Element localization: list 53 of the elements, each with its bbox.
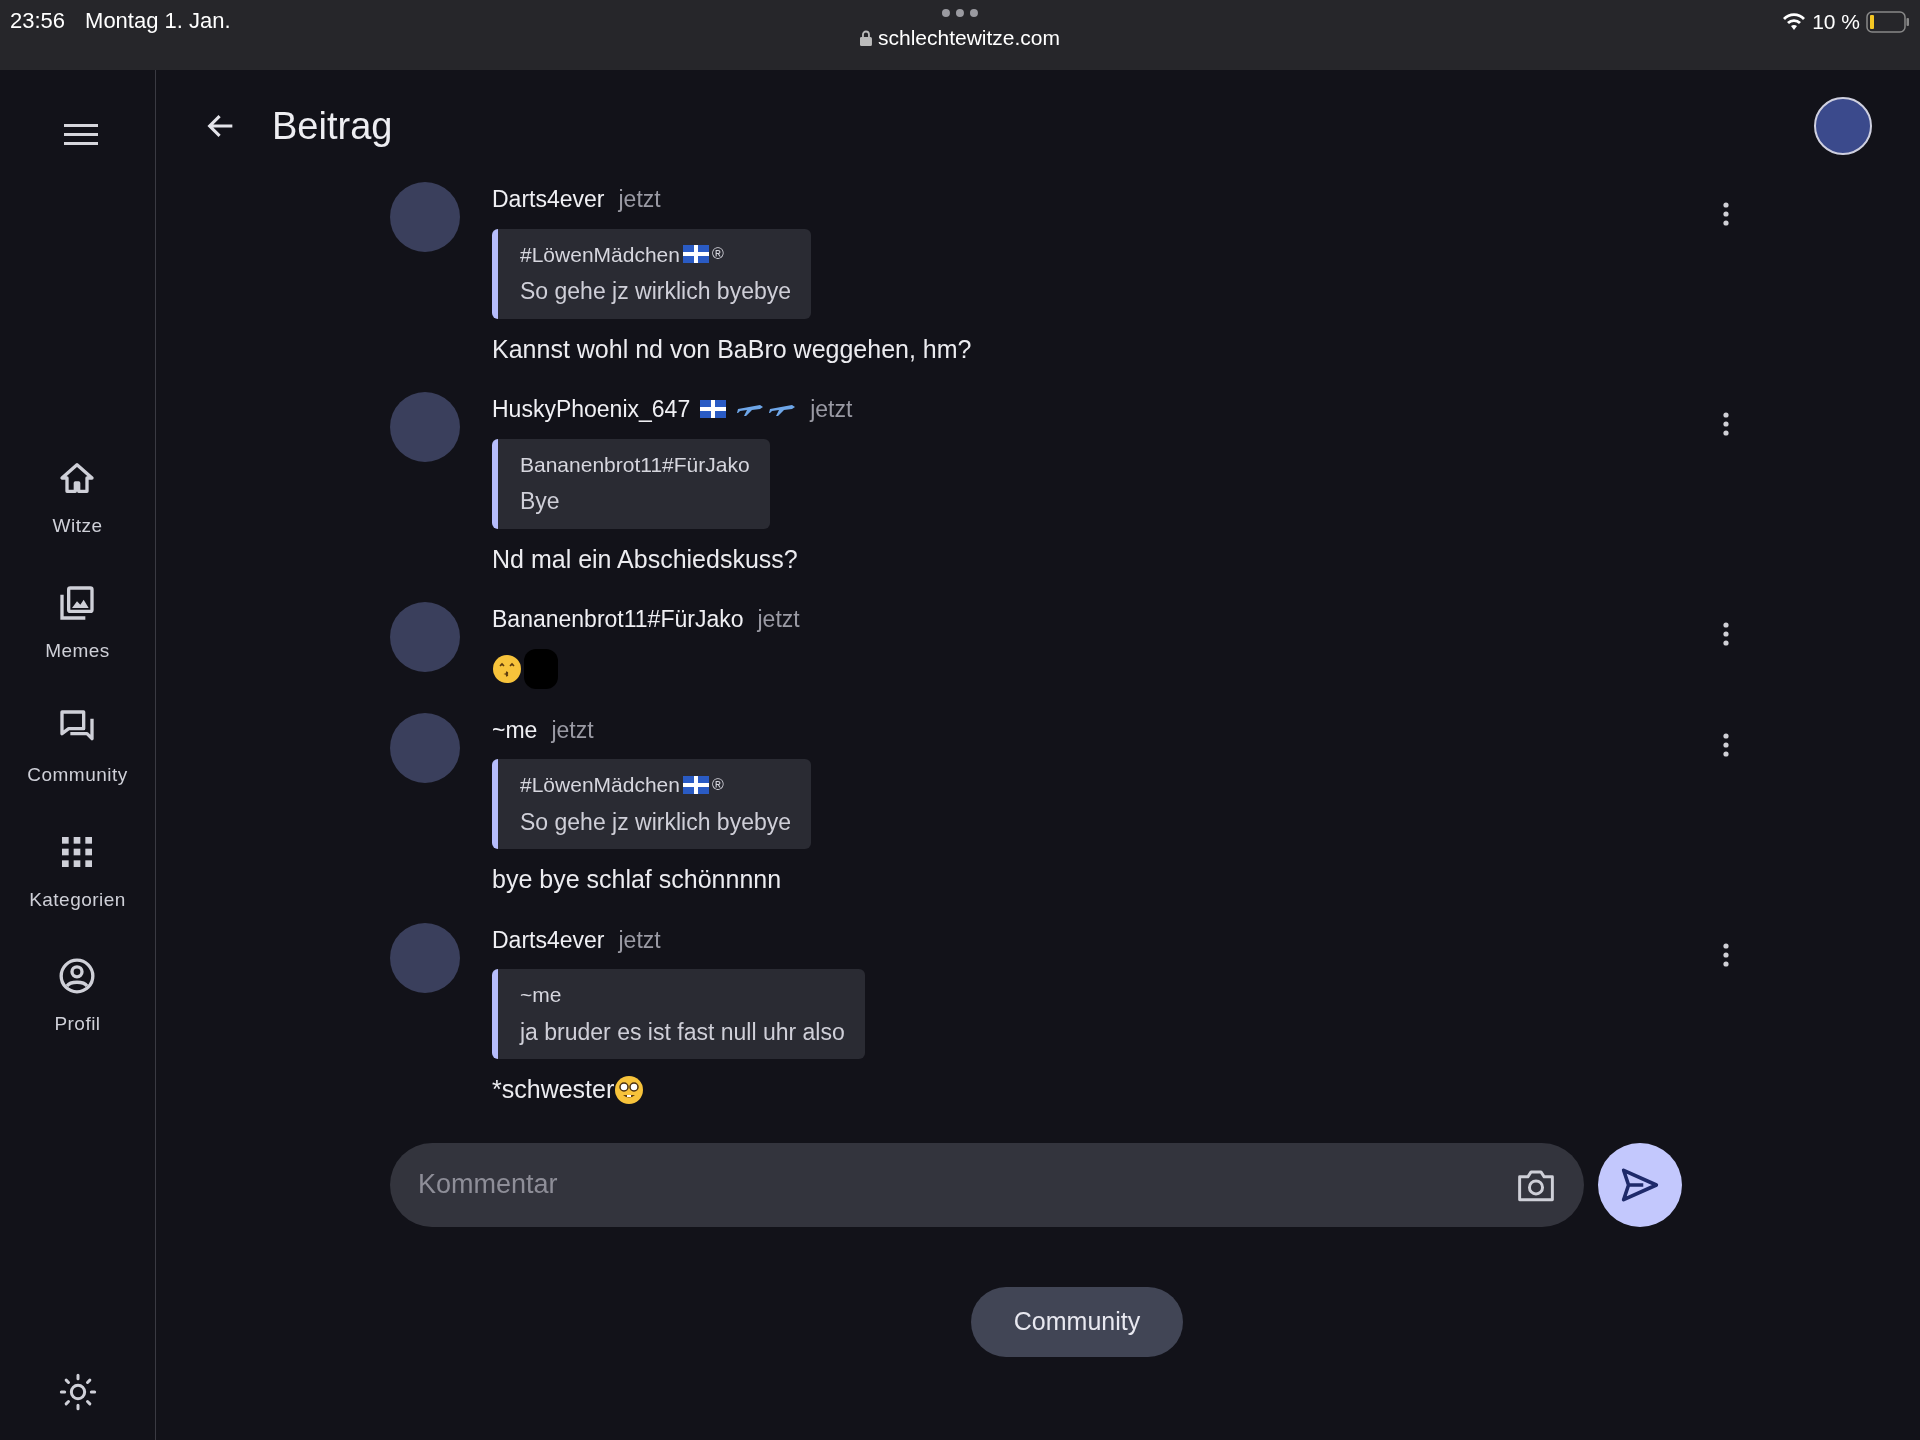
send-icon (1620, 1166, 1660, 1203)
battery-percent: 10 % (1812, 9, 1860, 35)
comment-text: bye bye schlaf schönnnnn (492, 864, 782, 895)
comment-author[interactable]: HuskyPhoenix_647 (492, 392, 691, 427)
quote-author: Bananenbrot11#FürJako (520, 451, 750, 478)
nav-item[interactable]: Witze (52, 458, 103, 541)
comment-author[interactable]: Darts4ever (492, 182, 605, 217)
menu-icon (63, 122, 98, 148)
quote-text: Bye (520, 487, 561, 516)
brightness-icon[interactable] (57, 1372, 98, 1412)
more-options-icon[interactable] (1722, 622, 1730, 646)
nav-item[interactable]: Community (27, 707, 128, 790)
more-options-icon[interactable] (1722, 732, 1730, 757)
wifi-icon (1782, 12, 1807, 31)
more-options-icon[interactable] (1722, 202, 1730, 226)
comment-text: Kannst wohl nd von BaBro weggehen, hm? (492, 333, 972, 365)
quote-text: ja bruder es ist fast null uhr also (520, 1017, 845, 1047)
url-text[interactable]: schlechtewitze.com (877, 22, 1061, 54)
quote-text: So gehe jz wirklich byebye (520, 277, 792, 306)
quoted-reply[interactable]: Bananenbrot11#FürJako Bye (492, 438, 770, 529)
nav-item[interactable]: Kategorien (29, 831, 126, 914)
more-options-icon[interactable] (1722, 942, 1730, 967)
comment-author[interactable]: Darts4ever (492, 922, 605, 957)
comment-text: Nd mal ein Abschiedskuss? (492, 543, 798, 575)
community-button[interactable]: Community (970, 1286, 1184, 1357)
comment-text: *schwester (492, 1074, 615, 1105)
date-text: Montag 1. Jan. (85, 7, 231, 35)
battery-icon (1866, 10, 1910, 33)
comment-time: jetzt (757, 605, 800, 634)
comment-time: jetzt (618, 185, 661, 214)
registered-mark: ® (711, 244, 724, 265)
quoted-reply[interactable]: #LöwenMädchen ® So gehe jz wirklich byebye (492, 759, 812, 849)
comment-author[interactable]: ~me (492, 712, 538, 747)
nav-item[interactable]: Profil (54, 956, 101, 1039)
profile-avatar[interactable] (1814, 97, 1872, 155)
lock-icon (859, 29, 872, 46)
comment-time: jetzt (810, 395, 853, 424)
clock-time: 23:56 (10, 7, 66, 35)
nav-item[interactable]: Memes (45, 582, 110, 665)
page-title: Beitrag (272, 103, 393, 149)
more-dots-icon[interactable] (941, 8, 979, 18)
quote-text: So gehe jz wirklich byebye (520, 807, 792, 837)
registered-mark: ® (711, 774, 724, 795)
quoted-reply[interactable]: ~me ja bruder es ist fast null uhr also (492, 969, 865, 1059)
comment-time: jetzt (551, 715, 594, 745)
quote-author: #LöwenMädchen (520, 241, 680, 268)
more-options-icon[interactable] (1722, 412, 1730, 436)
quote-author: #LöwenMädchen (520, 772, 680, 798)
comment-time: jetzt (618, 925, 661, 955)
comment-field[interactable]: Kommentar (390, 1142, 1584, 1227)
quote-author: ~me (520, 982, 562, 1008)
quoted-reply[interactable]: #LöwenMädchen ® So gehe jz wirklich byebye (492, 228, 812, 319)
comment-author[interactable]: Bananenbrot11#FürJako (492, 602, 744, 637)
